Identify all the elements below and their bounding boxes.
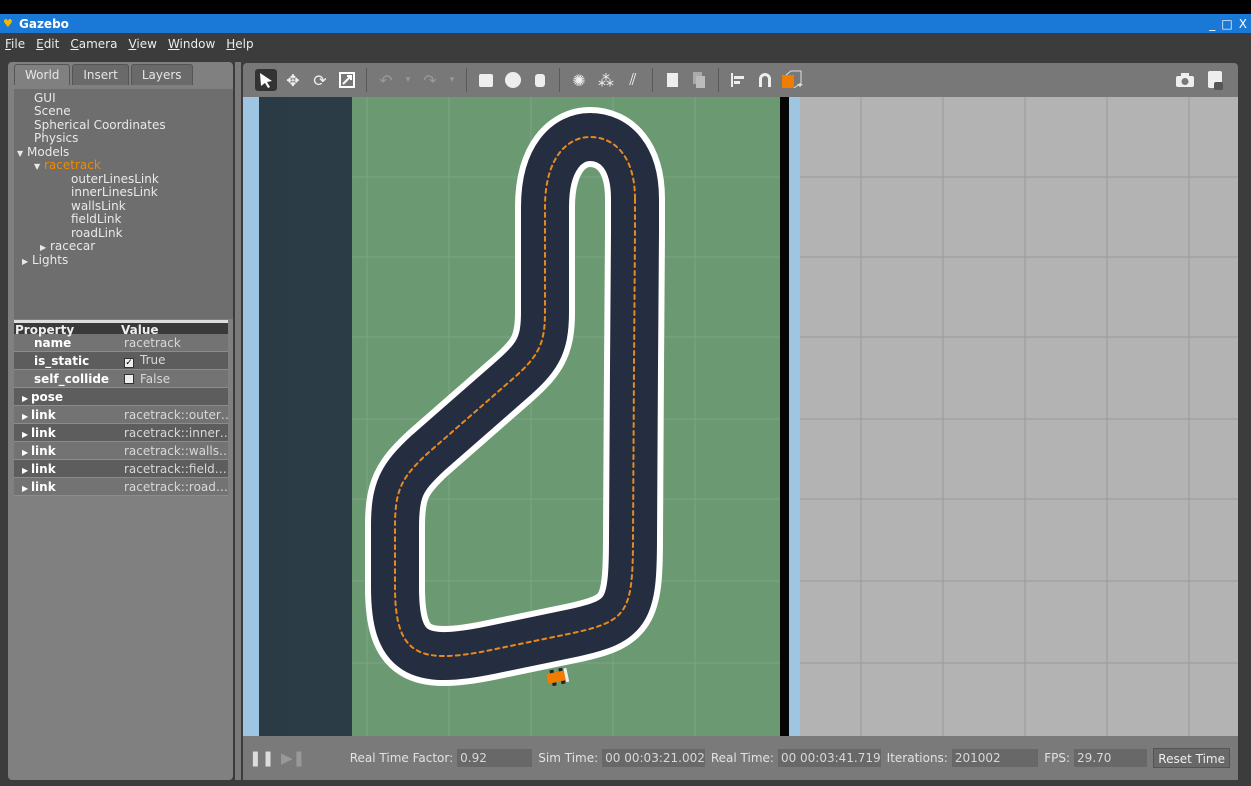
property-header: Property Value: [14, 320, 228, 337]
sphere-shape-icon[interactable]: [502, 69, 524, 91]
align-icon[interactable]: [727, 69, 749, 91]
expand-right-icon[interactable]: ▶: [22, 448, 31, 457]
prop-row-link[interactable]: ▶ link racetrack::road…: [14, 478, 228, 496]
scene-viewport[interactable]: [243, 97, 1238, 736]
property-table: Property Value name racetrack is_static ✓…: [14, 320, 228, 496]
expand-right-icon[interactable]: ▶: [22, 466, 31, 475]
paste-icon[interactable]: [688, 69, 710, 91]
step-icon[interactable]: ▶❚: [281, 749, 305, 767]
status-bar: ❚❚ ▶❚ Real Time Factor: 0.92 Sim Time: 0…: [243, 736, 1238, 780]
tree-item-physics[interactable]: Physics: [34, 131, 78, 146]
expand-right-icon[interactable]: ▶: [22, 394, 31, 403]
scale-mode-icon[interactable]: [336, 69, 358, 91]
view-angle-icon[interactable]: [781, 69, 803, 91]
is-static-checkbox[interactable]: ✓: [124, 358, 134, 368]
prop-row-link[interactable]: ▶ link racetrack::walls…: [14, 442, 228, 460]
tree-item-scene[interactable]: Scene: [34, 104, 71, 119]
rtf-label: Real Time Factor:: [349, 751, 454, 765]
log-record-icon[interactable]: [1204, 69, 1226, 91]
menu-camera[interactable]: Camera: [70, 37, 117, 51]
tree-item-lights[interactable]: ▶ Lights: [22, 253, 68, 269]
left-panel: World Insert Layers GUI Scene Spherical …: [8, 62, 233, 780]
sim-time-label: Sim Time:: [538, 751, 599, 765]
copy-icon[interactable]: [661, 69, 683, 91]
panel-splitter[interactable]: [235, 62, 241, 780]
menu-help[interactable]: Help: [226, 37, 253, 51]
tab-layers[interactable]: Layers: [130, 64, 193, 85]
prop-row-is-static[interactable]: is_static ✓ True: [14, 352, 228, 370]
redo-icon[interactable]: ↷: [419, 69, 441, 91]
window-title: Gazebo: [19, 16, 69, 31]
fps-label: FPS:: [1044, 751, 1071, 765]
reset-time-button[interactable]: Reset Time: [1153, 748, 1230, 768]
undo-icon[interactable]: ↶: [375, 69, 397, 91]
tab-insert[interactable]: Insert: [72, 64, 129, 85]
maximize-button[interactable]: □: [1221, 17, 1232, 31]
prop-row-pose[interactable]: ▶ pose: [14, 388, 228, 406]
expand-down-icon[interactable]: ▼: [34, 160, 44, 174]
screenshot-camera-icon[interactable]: [1174, 69, 1196, 91]
box-shape-icon[interactable]: [475, 69, 497, 91]
snap-magnet-icon[interactable]: [754, 69, 776, 91]
chevron-down-icon[interactable]: ▾: [446, 69, 458, 91]
gazebo-logo-icon: ♥: [3, 17, 13, 30]
prop-row-name[interactable]: name racetrack: [14, 334, 228, 352]
expand-right-icon[interactable]: ▶: [22, 484, 31, 493]
prop-row-self-collide[interactable]: self_collide False: [14, 370, 228, 388]
rotate-mode-icon[interactable]: ⟳: [309, 69, 331, 91]
real-time-value: 00 00:03:41.719: [777, 749, 881, 767]
expand-down-icon[interactable]: ▼: [17, 147, 27, 161]
tab-world[interactable]: World: [14, 64, 71, 85]
minimize-button[interactable]: _: [1209, 17, 1215, 31]
fps-value: 29.70: [1074, 749, 1148, 767]
chevron-down-icon[interactable]: ▾: [402, 69, 414, 91]
menu-bar: File Edit Camera View Window Help: [0, 33, 1251, 54]
menu-file[interactable]: File: [5, 37, 25, 51]
prop-row-link[interactable]: ▶ link racetrack::outer…: [14, 406, 228, 424]
wall-right-dark: [780, 97, 789, 736]
world-tree: GUI Scene Spherical Coordinates Physics …: [14, 89, 233, 319]
tree-item-innerlineslink[interactable]: innerLinesLink: [71, 185, 158, 200]
translate-mode-icon[interactable]: ✥: [282, 69, 304, 91]
menu-window[interactable]: Window: [168, 37, 215, 51]
spot-light-icon[interactable]: ⁂: [595, 69, 617, 91]
real-time-label: Real Time:: [710, 751, 774, 765]
pause-icon[interactable]: ❚❚: [249, 749, 274, 767]
self-collide-checkbox[interactable]: [124, 373, 134, 384]
panel-tabs: World Insert Layers: [14, 64, 193, 85]
menu-view[interactable]: View: [128, 37, 156, 51]
directional-light-icon[interactable]: ⫽: [622, 69, 644, 91]
world-render: [243, 97, 1238, 736]
select-mode-icon[interactable]: [255, 69, 277, 91]
expand-right-icon[interactable]: ▶: [22, 412, 31, 421]
point-light-icon[interactable]: ✺: [568, 69, 590, 91]
sim-time-value: 00 00:03:21.002: [602, 749, 705, 767]
menu-edit[interactable]: Edit: [36, 37, 59, 51]
cylinder-shape-icon[interactable]: [529, 69, 551, 91]
iterations-value: 201002: [951, 749, 1039, 767]
window-edge: [1240, 62, 1251, 786]
title-bar: ♥ Gazebo _ □ X: [0, 14, 1251, 33]
expand-right-icon[interactable]: ▶: [22, 430, 31, 439]
iterations-label: Iterations:: [886, 751, 948, 765]
prop-row-link[interactable]: ▶ link racetrack::inner…: [14, 424, 228, 442]
scene-toolbar: ✥ ⟳ ↶ ▾ ↷ ▾ ✺ ⁂ ⫽: [243, 63, 1238, 97]
wall-left-edge: [243, 97, 259, 736]
rtf-value: 0.92: [457, 749, 533, 767]
expand-right-icon[interactable]: ▶: [22, 255, 32, 269]
tree-item-fieldlink[interactable]: fieldLink: [71, 212, 121, 227]
wall-right-edge: [789, 97, 800, 736]
close-button[interactable]: X: [1239, 17, 1247, 31]
system-topbar: [0, 0, 1251, 14]
ground-grid: [800, 97, 1238, 736]
prop-row-link[interactable]: ▶ link racetrack::field…: [14, 460, 228, 478]
